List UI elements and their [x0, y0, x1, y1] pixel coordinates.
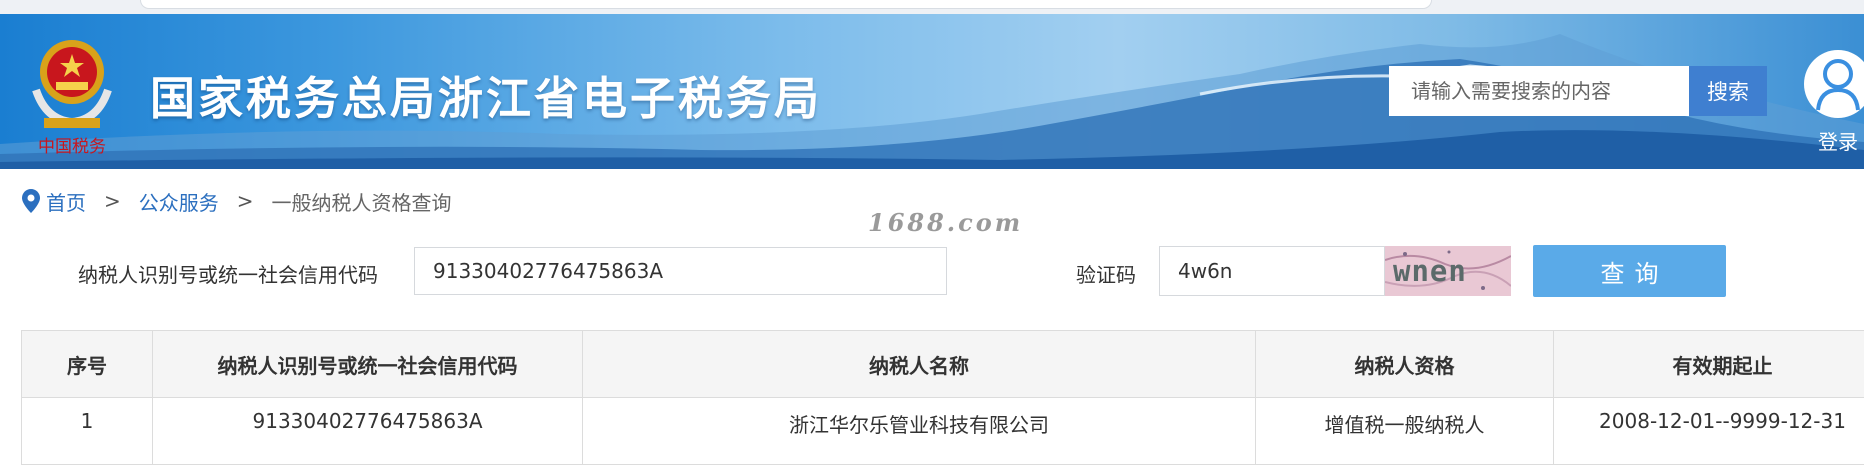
- taxpayer-id-input[interactable]: [414, 247, 947, 295]
- site-header-banner: 中国税务 国家税务总局浙江省电子税务局 搜索 登录: [0, 14, 1864, 169]
- captcha-image-text: wnen: [1393, 254, 1467, 288]
- column-header-qualification: 纳税人资格: [1256, 331, 1554, 398]
- column-header-taxpayer-name: 纳税人名称: [583, 331, 1256, 398]
- table-header-row: 序号 纳税人识别号或统一社会信用代码 纳税人名称 纳税人资格 有效期起止: [22, 331, 1864, 398]
- search-button[interactable]: 搜索: [1689, 66, 1767, 116]
- cell-index: 1: [22, 398, 153, 465]
- breadcrumb-home-link[interactable]: 首页: [46, 187, 86, 216]
- cell-taxpayer-name: 浙江华尔乐管业科技有限公司: [583, 398, 1256, 465]
- column-header-index: 序号: [22, 331, 153, 398]
- cell-validity-period: 2008-12-01--9999-12-31: [1554, 398, 1864, 465]
- svg-text:中国税务: 中国税务: [38, 137, 106, 157]
- watermark-text: 1688.com: [868, 208, 1023, 237]
- breadcrumb-separator: >: [104, 189, 121, 213]
- browser-top-bar: [0, 0, 1864, 14]
- column-header-validity-period: 有效期起止: [1554, 331, 1864, 398]
- breadcrumb: 首页 > 公众服务 > 一般纳税人资格查询: [22, 186, 452, 216]
- login-label[interactable]: 登录: [1818, 126, 1858, 155]
- breadcrumb-separator: >: [237, 189, 254, 213]
- column-header-taxpayer-id: 纳税人识别号或统一社会信用代码: [153, 331, 583, 398]
- location-pin-icon: [22, 189, 40, 213]
- search-input[interactable]: [1389, 66, 1689, 116]
- address-bar[interactable]: [140, 0, 1432, 9]
- captcha-label: 验证码: [1076, 259, 1136, 288]
- national-tax-emblem-icon: 中国税务: [26, 30, 118, 158]
- results-table: 序号 纳税人识别号或统一社会信用代码 纳税人名称 纳税人资格 有效期起止 1 9…: [21, 330, 1864, 465]
- captcha-input[interactable]: [1159, 246, 1385, 296]
- breadcrumb-current: 一般纳税人资格查询: [272, 187, 452, 216]
- cell-taxpayer-id: 91330402776475863A: [153, 398, 583, 465]
- cell-qualification: 增值税一般纳税人: [1256, 398, 1554, 465]
- login-area[interactable]: 登录: [1802, 34, 1864, 154]
- breadcrumb-public-service-link[interactable]: 公众服务: [139, 187, 219, 216]
- table-row: 1 91330402776475863A 浙江华尔乐管业科技有限公司 增值税一般…: [22, 398, 1864, 465]
- taxpayer-id-label: 纳税人识别号或统一社会信用代码: [78, 259, 378, 288]
- user-avatar-icon[interactable]: [1804, 50, 1864, 118]
- captcha-image[interactable]: wnen: [1385, 246, 1511, 296]
- site-title: 国家税务总局浙江省电子税务局: [150, 62, 822, 127]
- query-button[interactable]: 查询: [1533, 245, 1726, 297]
